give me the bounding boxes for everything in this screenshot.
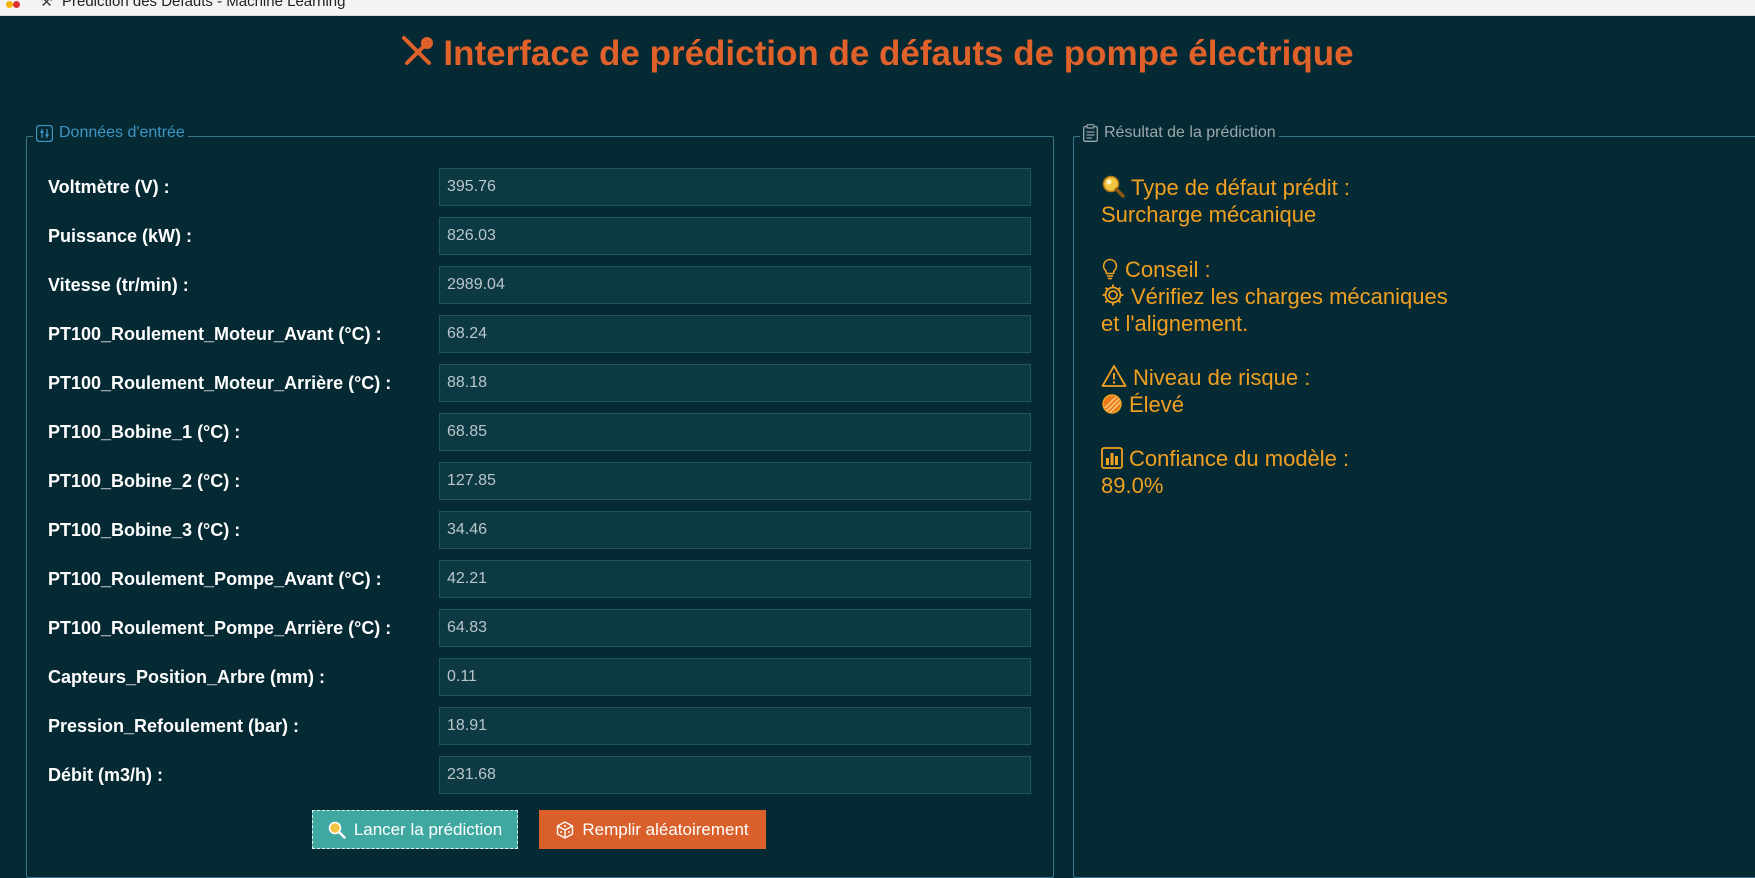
orange-circle-icon	[1101, 393, 1123, 421]
roulement-pompe-arriere-input[interactable]	[439, 609, 1031, 647]
dice-icon	[557, 820, 574, 839]
field-label: Voltmètre (V) :	[48, 177, 170, 197]
predict-button[interactable]: Lancer la prédiction	[312, 810, 518, 849]
defect-type-value: Surcharge mécanique	[1101, 202, 1317, 227]
random-fill-button[interactable]: Remplir aléatoirement	[539, 810, 766, 849]
advice-text-line-2: et l'alignement.	[1101, 311, 1249, 336]
bobine-3-input[interactable]	[439, 511, 1031, 549]
advice-label-line: Conseil :	[1101, 256, 1211, 286]
advice-line-1: Vérifiez les charges mécaniques	[1101, 283, 1448, 313]
confidence-label: Confiance du modèle :	[1129, 446, 1350, 471]
tools-icon: ⚒	[40, 0, 53, 10]
window-control-dot[interactable]	[13, 1, 20, 8]
bobine-2-input[interactable]	[439, 462, 1031, 500]
input-panel-legend-text: Données d'entrée	[59, 124, 185, 141]
risk-value: Élevé	[1129, 392, 1185, 417]
roulement-moteur-avant-input[interactable]	[439, 315, 1031, 353]
window-titlebar: ⚒ Prédiction des Défauts - Machine Learn…	[0, 0, 1755, 16]
field-label: PT100_Bobine_1 (°C) :	[48, 422, 241, 442]
confidence-value: 89.0%	[1101, 473, 1164, 498]
pression-refoulement-input[interactable]	[439, 707, 1031, 745]
gear-icon	[1101, 283, 1125, 313]
window-title: Prédiction des Défauts - Machine Learnin…	[62, 0, 346, 10]
defect-type-label-line: Type de défaut prédit :	[1101, 174, 1350, 204]
page-title: Interface de prédiction de défauts de po…	[0, 34, 1755, 78]
field-label: Puissance (kW) :	[48, 226, 193, 246]
input-panel-legend: Données d'entrée	[33, 124, 188, 142]
window-control-dot[interactable]	[6, 1, 13, 8]
result-panel	[1073, 136, 1755, 878]
field-label: PT100_Bobine_2 (°C) :	[48, 471, 241, 491]
warning-icon	[1101, 364, 1127, 394]
puissance-input[interactable]	[439, 217, 1031, 255]
advice-label: Conseil :	[1125, 257, 1211, 282]
field-label: Vitesse (tr/min) :	[48, 275, 189, 295]
field-label: PT100_Bobine_3 (°C) :	[48, 520, 241, 540]
risk-label-line: Niveau de risque :	[1101, 364, 1310, 394]
random-fill-button-label: Remplir aléatoirement	[582, 819, 749, 839]
roulement-moteur-arriere-input[interactable]	[439, 364, 1031, 402]
voltmetre-input[interactable]	[439, 168, 1031, 206]
field-label: PT100_Roulement_Pompe_Avant (°C) :	[48, 569, 382, 589]
debit-input[interactable]	[439, 756, 1031, 794]
field-label: Pression_Refoulement (bar) :	[48, 716, 300, 736]
roulement-pompe-avant-input[interactable]	[439, 560, 1031, 598]
magnifier-icon	[328, 821, 346, 839]
field-label: PT100_Roulement_Moteur_Arrière (°C) :	[48, 373, 392, 393]
bar-chart-icon	[1101, 447, 1123, 475]
advice-text-line-1: Vérifiez les charges mécaniques	[1131, 284, 1448, 309]
field-label: PT100_Roulement_Moteur_Avant (°C) :	[48, 324, 382, 344]
sliders-icon	[36, 124, 53, 142]
result-panel-legend: Résultat de la prédiction	[1080, 124, 1279, 142]
field-label: Débit (m3/h) :	[48, 765, 163, 785]
field-label: Capteurs_Position_Arbre (mm) :	[48, 667, 326, 687]
page-title-text: Interface de prédiction de défauts de po…	[443, 34, 1354, 73]
confidence-label-line: Confiance du modèle :	[1101, 445, 1349, 475]
magnifier-icon	[1101, 174, 1125, 204]
risk-value-line: Élevé	[1101, 391, 1184, 421]
vitesse-input[interactable]	[439, 266, 1031, 304]
clipboard-icon	[1083, 124, 1098, 142]
risk-label: Niveau de risque :	[1133, 365, 1311, 390]
position-arbre-input[interactable]	[439, 658, 1031, 696]
lightbulb-icon	[1101, 258, 1119, 286]
tools-icon	[401, 35, 435, 78]
bobine-1-input[interactable]	[439, 413, 1031, 451]
field-label: PT100_Roulement_Pompe_Arrière (°C) :	[48, 618, 392, 638]
result-panel-legend-text: Résultat de la prédiction	[1104, 124, 1276, 141]
defect-type-label: Type de défaut prédit :	[1131, 175, 1350, 200]
predict-button-label: Lancer la prédiction	[353, 819, 503, 839]
